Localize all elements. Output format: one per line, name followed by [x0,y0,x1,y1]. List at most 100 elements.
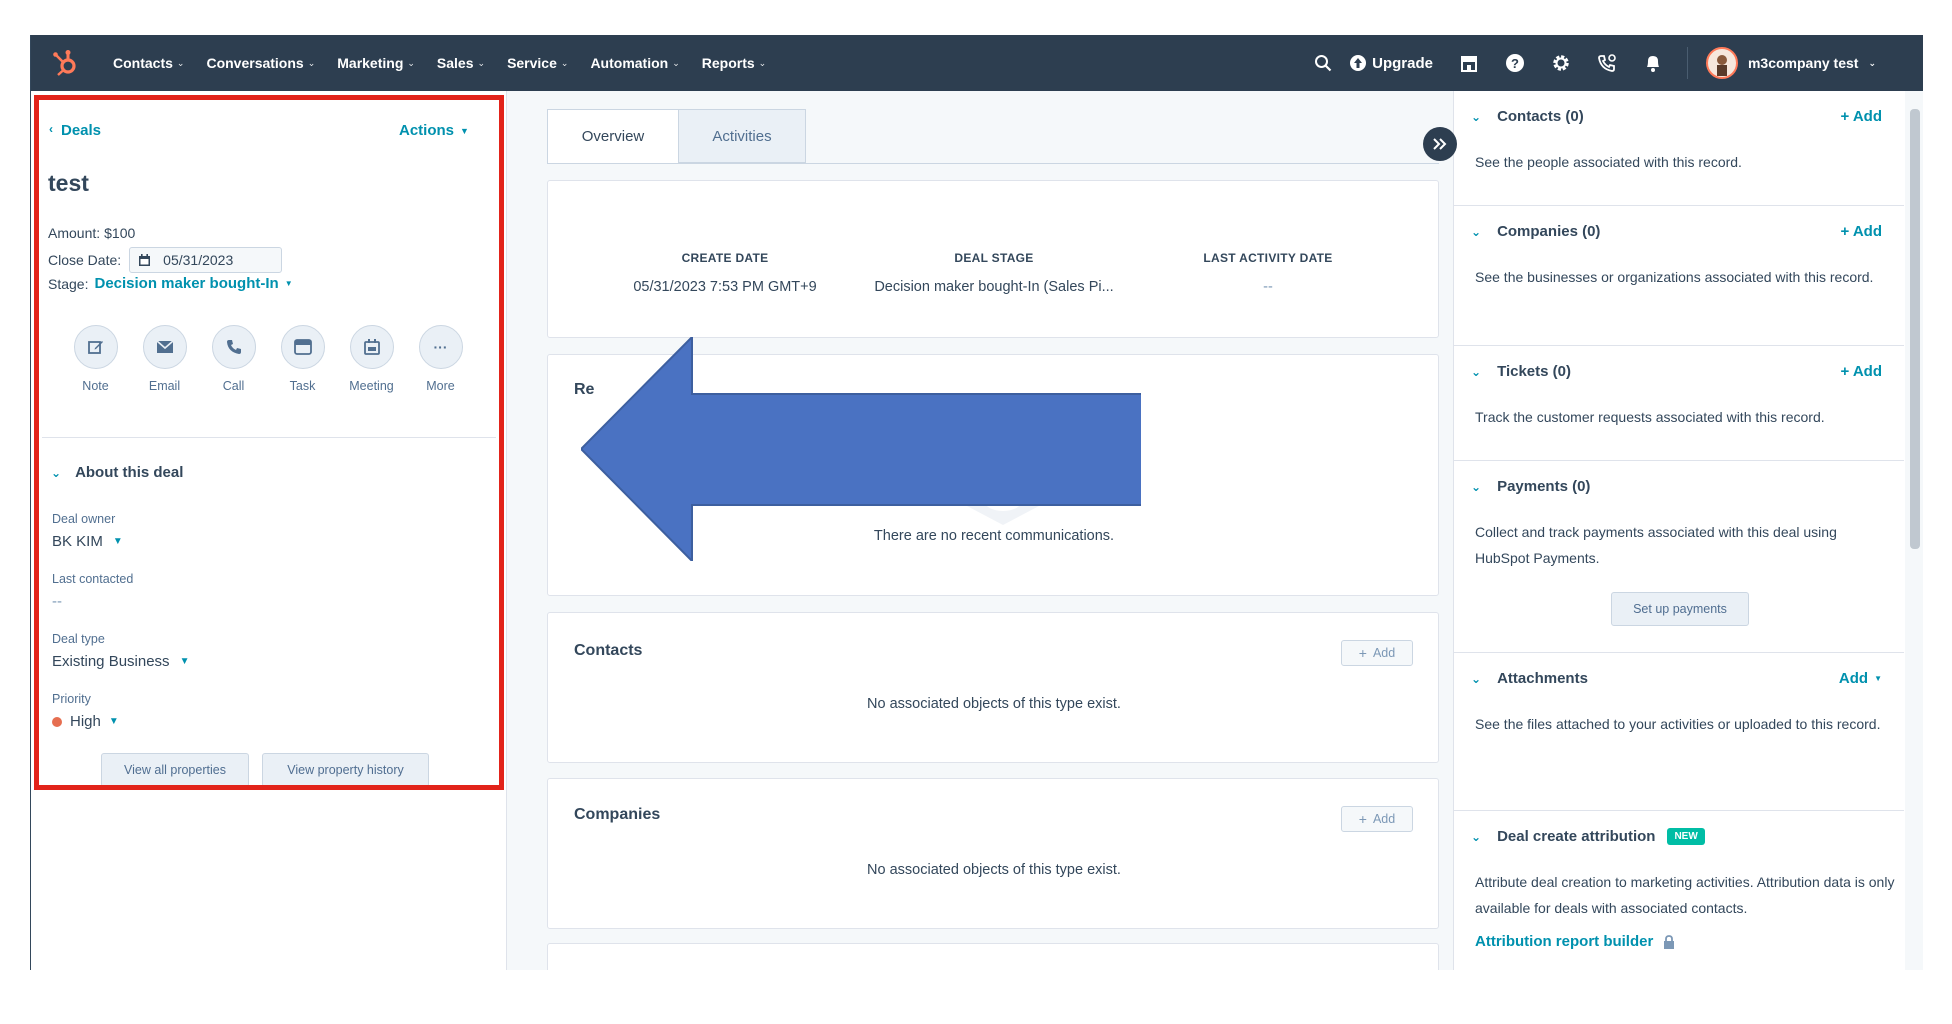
last-activity-label: LAST ACTIVITY DATE [1203,251,1333,265]
calling-icon[interactable] [1595,51,1619,75]
back-to-deals-link[interactable]: ‹ Deals [49,122,101,139]
attribution-section-toggle[interactable]: ⌄ Deal create attribution NEW [1471,828,1705,845]
association-sidebar: ⌄ Contacts (0) + Add See the people assoc… [1453,91,1923,970]
chevron-down-icon: ⌄ [1471,109,1482,124]
attachments-section-toggle[interactable]: ⌄ Attachments [1471,670,1588,687]
highlight-box [34,95,504,790]
deal-stage-label: DEAL STAGE [954,251,1034,265]
account-menu[interactable]: m3company test ⌄ [1705,47,1876,79]
tickets-section-toggle[interactable]: ⌄ Tickets (0) [1471,363,1571,380]
expand-sidebar-icon[interactable] [1423,127,1457,161]
upgrade-button[interactable]: Upgrade [1349,54,1433,72]
plus-icon: + [1358,645,1367,661]
view-property-history-button[interactable]: View property history [262,753,429,787]
nav-conversations[interactable]: Conversations ⌄ [206,55,315,71]
priority-dropdown[interactable]: High ▼ [52,713,119,730]
create-date-label: CREATE DATE [681,251,769,265]
highlights-card: CREATE DATE 05/31/2023 7:53 PM GMT+9 DEA… [547,180,1439,338]
chevron-down-icon: ⌄ [1471,829,1482,844]
tab-overview[interactable]: Overview [547,109,679,163]
nav-marketing[interactable]: Marketing ⌄ [337,55,415,71]
marketplace-icon[interactable] [1457,51,1481,75]
close-date-input[interactable]: 05/31/2023 [129,247,283,273]
contacts-section-toggle[interactable]: ⌄ Contacts (0) [1471,108,1584,125]
deal-type-dropdown[interactable]: Existing Business ▼ [52,653,189,670]
attribution-section: ⌄ Deal create attribution NEW Attribute de… [1454,811,1904,970]
contacts-card: Contacts + Add No associated objects of … [547,612,1439,763]
nav-contacts[interactable]: Contacts ⌄ [113,55,184,71]
chevron-left-icon: ‹ [49,122,53,136]
chevron-down-icon: ⌄ [1868,57,1876,68]
next-card [547,943,1439,970]
settings-icon[interactable] [1549,51,1573,75]
set-up-payments-button[interactable]: Set up payments [1611,592,1749,626]
deal-owner-dropdown[interactable]: BK KIM ▼ [52,533,123,550]
upgrade-label: Upgrade [1372,54,1433,72]
search-icon[interactable] [1311,51,1335,75]
note-action[interactable]: Note [61,325,130,393]
divider [42,437,496,438]
avatar [1705,47,1738,79]
chevron-down-icon: ⌄ [672,57,680,68]
companies-add-button[interactable]: + Add [1341,806,1413,832]
nav-utilities: Upgrade ? m3company test ⌄ [1291,35,1923,91]
deal-name[interactable]: test [48,170,89,197]
nav-reports[interactable]: Reports ⌄ [702,55,766,71]
actions-dropdown[interactable]: Actions ▼ [399,122,469,139]
hubspot-logo-icon[interactable] [45,43,85,83]
nav-label: Service [507,55,557,71]
about-heading: About this deal [75,464,184,481]
attribution-report-link[interactable]: Attribution report builder [1475,933,1675,950]
companies-section-toggle[interactable]: ⌄ Companies (0) [1471,223,1600,240]
scrollbar[interactable] [1905,91,1923,970]
tab-activities[interactable]: Activities [678,109,806,163]
chevron-down-icon: ⌄ [407,57,415,68]
meeting-action[interactable]: Meeting [337,325,406,393]
chevron-down-icon: ⌄ [1471,671,1482,686]
chevron-down-icon: ⌄ [307,57,316,68]
payments-section-toggle[interactable]: ⌄ Payments (0) [1471,478,1590,495]
section-description: See the businesses or organizations asso… [1475,269,1874,285]
quick-actions: Note Email Call Task Meeting ··· More [61,325,481,393]
section-title: Attachments [1497,670,1588,687]
companies-add-link[interactable]: + Add [1840,223,1882,240]
contacts-add-button[interactable]: + Add [1341,640,1413,666]
nav-service[interactable]: Service ⌄ [507,55,568,71]
about-section-toggle[interactable]: ⌄ About this deal [51,464,183,481]
last-contacted-label: Last contacted [52,572,134,586]
nav-sales[interactable]: Sales ⌄ [437,55,485,71]
notifications-icon[interactable] [1641,51,1665,75]
caret-down-icon: ▼ [179,656,190,667]
amount-value[interactable]: $100 [104,225,135,241]
app-window: Contacts ⌄ Conversations ⌄ Marketing ⌄ Sale… [30,35,1923,970]
nav-label: Contacts [113,55,173,71]
record-sidebar: ‹ Deals Actions ▼ test Amount: $100 Clos… [31,91,507,970]
last-activity-field: LAST ACTIVITY DATE -- [1138,251,1398,295]
call-action[interactable]: Call [199,325,268,393]
scrollbar-thumb[interactable] [1910,109,1920,549]
task-action[interactable]: Task [268,325,337,393]
tickets-section: ⌄ Tickets (0) + Add Track the customer re… [1454,346,1904,461]
view-all-properties-button[interactable]: View all properties [101,753,249,787]
companies-card-title: Companies [574,806,661,823]
chevron-down-icon: ⌄ [1471,224,1482,239]
section-description: Collect and track payments associated wi… [1475,524,1837,566]
upgrade-arrow-icon [1350,55,1367,71]
deal-type-label: Deal type [52,632,105,646]
chevron-down-icon: ⌄ [477,57,486,68]
email-action[interactable]: Email [130,325,199,393]
stage-dropdown[interactable]: Decision maker bought-In ▼ [94,275,292,292]
section-title: Tickets (0) [1497,363,1571,380]
section-description: See the people associated with this reco… [1475,154,1742,170]
help-icon[interactable]: ? [1503,51,1527,75]
annotation-arrow-icon [581,337,1141,561]
tab-underline [547,163,1439,164]
attachments-add-dropdown[interactable]: Add ▼ [1839,670,1882,687]
nav-automation[interactable]: Automation ⌄ [590,55,679,71]
tickets-add-link[interactable]: + Add [1840,363,1882,380]
add-label: Add [1372,646,1396,660]
last-activity-value: -- [1263,279,1273,295]
contacts-add-link[interactable]: + Add [1840,108,1882,125]
companies-section: ⌄ Companies (0) + Add See the businesses … [1454,206,1904,346]
more-action[interactable]: ··· More [406,325,475,393]
